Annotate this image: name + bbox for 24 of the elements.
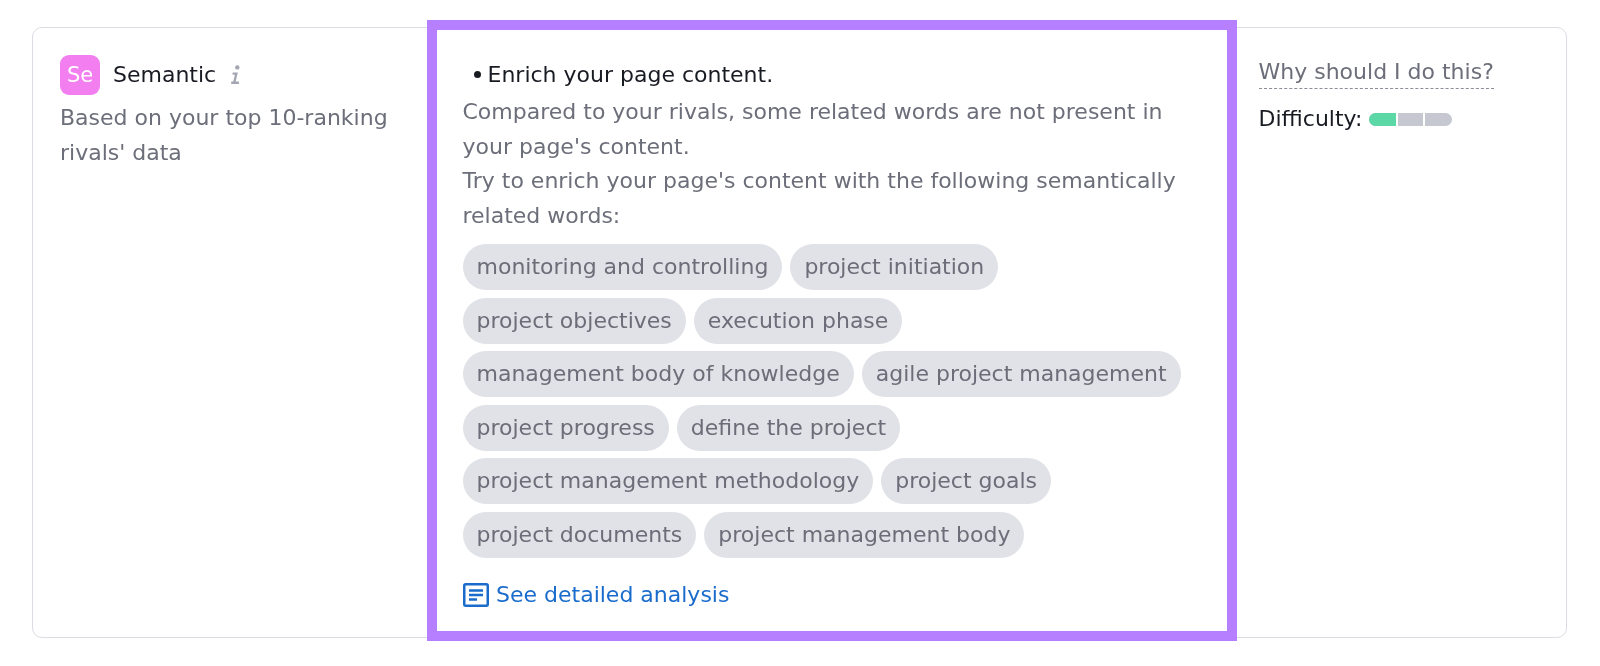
keyword-tag: management body of knowledge: [462, 351, 854, 397]
keyword-tag: project management methodology: [462, 458, 874, 504]
recommendation-text: Compared to your rivals, some related words are not present in your page's content.: [462, 98, 1164, 161]
keyword-tag: project objectives: [462, 297, 686, 344]
difficulty-label: Difficulty:: [1258, 105, 1363, 133]
category-title: Semantic: [113, 61, 217, 89]
keyword-tag: agile project management: [861, 351, 1181, 397]
info-icon[interactable]: [230, 65, 242, 85]
keyword-tag: project goals: [881, 458, 1052, 504]
keyword-tag: monitoring and controlling: [462, 244, 783, 290]
recommendation-heading: Enrich your page content.: [487, 60, 774, 89]
document-icon: [462, 583, 489, 607]
category-badge: Se: [60, 55, 100, 95]
keyword-tag: project initiation: [790, 244, 999, 290]
keyword-tag: execution phase: [693, 297, 903, 344]
category-description: Based on your top 10-ranking rivals' data: [60, 104, 389, 167]
detailed-analysis-link[interactable]: See detailed analysis: [462, 578, 730, 612]
keyword-tag: define the project: [676, 404, 901, 451]
keyword-tag: project management body: [704, 511, 1025, 558]
keyword-tag: project documents: [462, 511, 697, 558]
bullet-icon: [473, 71, 481, 78]
help-link[interactable]: Why should I do this?: [1258, 55, 1494, 89]
keyword-tag: project progress: [462, 404, 669, 451]
recommendation-text: Try to enrich your page's content with the following semantically related words:: [462, 167, 1177, 230]
